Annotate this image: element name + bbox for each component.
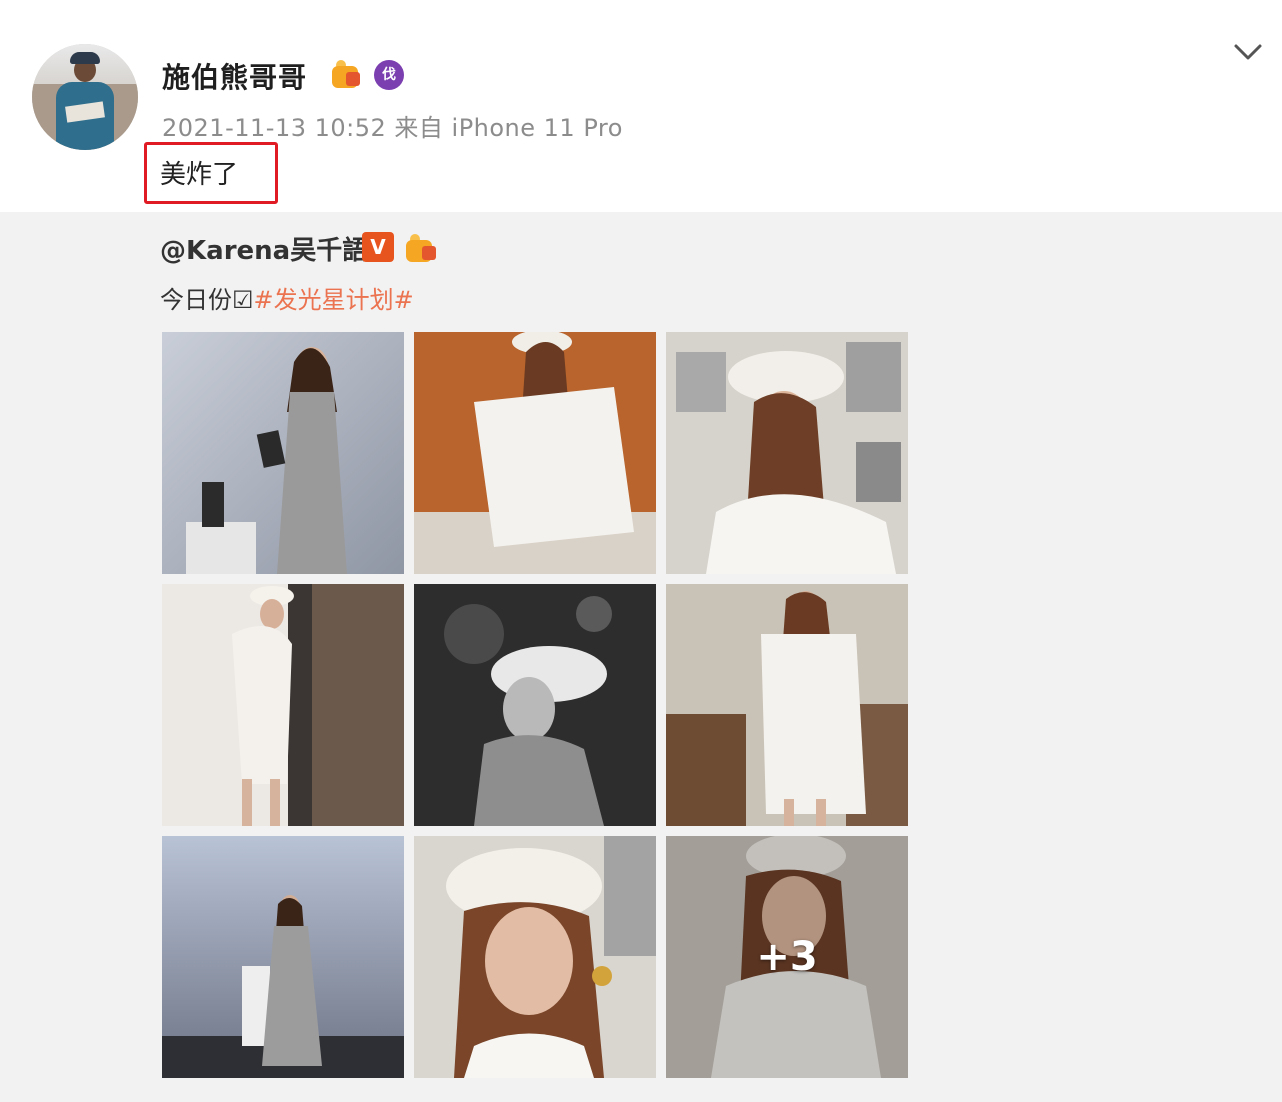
- photo-8[interactable]: [414, 836, 656, 1078]
- more-photos-count[interactable]: +3: [666, 836, 908, 1078]
- post-header: 施伯熊哥哥 伐 2021-11-13 10:52 来自 iPhone 11 Pr…: [0, 0, 1282, 212]
- photo-5[interactable]: [414, 584, 656, 826]
- member-crown-icon[interactable]: [330, 58, 362, 90]
- post-timestamp: 2021-11-13 10:52 来自 iPhone 11 Pro: [162, 114, 623, 142]
- repost-author[interactable]: @Karena吴千語: [160, 230, 368, 267]
- hashtag-link[interactable]: #发光星计划#: [254, 286, 414, 314]
- photo-4[interactable]: [162, 584, 404, 826]
- repost-text: 今日份☑#发光星计划#: [160, 280, 414, 315]
- photo-3[interactable]: [666, 332, 908, 574]
- vip-badge-icon[interactable]: 伐: [374, 60, 404, 90]
- photo-1[interactable]: [162, 332, 404, 574]
- repost-text-prefix: 今日份☑: [160, 286, 254, 314]
- photo-7[interactable]: [162, 836, 404, 1078]
- member-crown-icon[interactable]: [404, 232, 438, 264]
- photo-6[interactable]: [666, 584, 908, 826]
- avatar[interactable]: [32, 44, 138, 150]
- photo-9[interactable]: +3: [666, 836, 908, 1078]
- verified-v-icon: V: [362, 232, 394, 262]
- username[interactable]: 施伯熊哥哥: [162, 56, 307, 96]
- photo-grid: +3: [162, 332, 908, 1078]
- chevron-down-icon[interactable]: [1232, 40, 1264, 64]
- photo-2[interactable]: [414, 332, 656, 574]
- post-text: 美炸了: [160, 160, 239, 190]
